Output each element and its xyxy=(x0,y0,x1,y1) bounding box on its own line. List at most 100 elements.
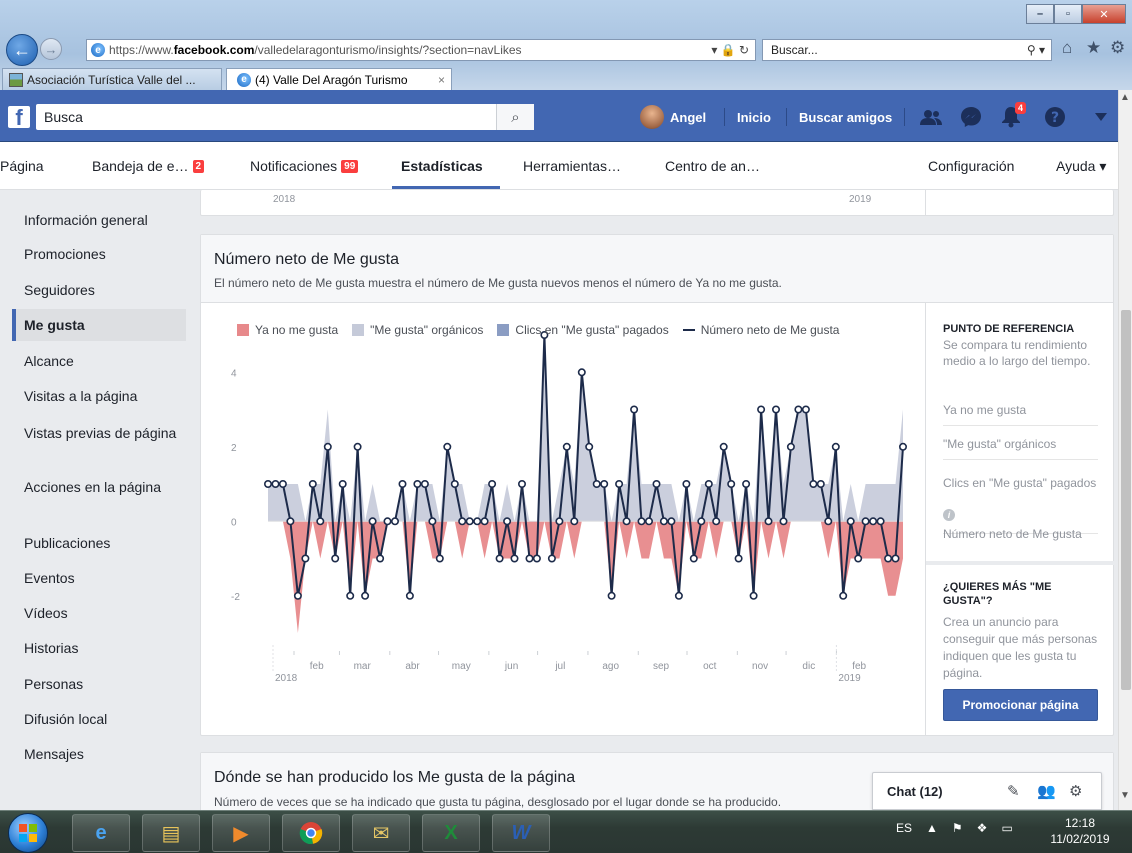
net-likes-point xyxy=(682,480,691,489)
legend-item-paid[interactable]: Clics en "Me gusta" pagados xyxy=(497,323,669,337)
back-button[interactable]: ← xyxy=(6,34,38,66)
page-scrollbar[interactable]: ▲ ▼ xyxy=(1118,90,1132,810)
sidebar-item-page-views[interactable]: Visitas a la página xyxy=(12,387,186,405)
show-hidden-icons-icon[interactable]: ▲ xyxy=(926,821,938,835)
net-likes-point xyxy=(301,554,310,563)
search-icon[interactable]: ⌕ xyxy=(496,104,534,130)
sidebar-item-promotions[interactable]: Promociones xyxy=(12,245,186,263)
facebook-logo[interactable]: f xyxy=(8,106,30,128)
net-likes-point xyxy=(271,480,280,489)
browser-search-box[interactable]: Buscar... ⚲ ▾ xyxy=(762,39,1052,61)
scrollbar-thumb[interactable] xyxy=(1121,310,1131,690)
browser-tab-1[interactable]: Asociación Turística Valle del ... xyxy=(2,68,222,90)
new-message-icon[interactable]: ✎ xyxy=(1007,782,1020,800)
taskbar-mail-icon[interactable]: ✉ xyxy=(352,814,410,852)
tab-page[interactable]: Página xyxy=(0,158,44,174)
tab-statistics[interactable]: Estadísticas xyxy=(401,158,483,174)
tab-notifications[interactable]: Notificaciones 99 xyxy=(250,158,359,174)
net-likes-card: Número neto de Me gusta El número neto d… xyxy=(200,234,1115,736)
profile-name: Angel xyxy=(670,109,707,125)
notifications-bell-icon[interactable]: 4 xyxy=(998,102,1026,130)
sidebar-item-page-previews[interactable]: Vistas previas de página xyxy=(12,424,186,442)
network-icon[interactable]: ❖ xyxy=(977,821,988,835)
sidebar-item-stories[interactable]: Historias xyxy=(12,639,186,657)
address-bar[interactable]: e https://www. facebook.com/valledelarago… xyxy=(86,39,756,61)
sidebar-item-reach[interactable]: Alcance xyxy=(12,352,186,370)
forward-button[interactable]: → xyxy=(40,38,62,60)
taskbar-chrome-icon[interactable] xyxy=(282,814,340,852)
sidebar-item-videos[interactable]: Vídeos xyxy=(12,604,186,622)
benchmark-title: PUNTO DE REFERENCIA xyxy=(943,323,1075,335)
legend-label: Clics en "Me gusta" pagados xyxy=(515,323,669,337)
language-indicator[interactable]: ES xyxy=(896,821,912,835)
x-tick-label: feb xyxy=(852,661,866,672)
windows-taskbar: e ▤ ▶ ✉ X W ES ▲ ⚑ ❖ ▭ 12:18 11/02/2019 xyxy=(0,810,1132,853)
tab-tools[interactable]: Herramientas… xyxy=(523,158,621,174)
sidebar-item-overview[interactable]: Información general xyxy=(12,211,186,229)
net-likes-point xyxy=(547,554,556,563)
net-likes-point xyxy=(757,405,766,414)
home-link[interactable]: Inicio xyxy=(737,110,771,125)
chat-settings-gear-icon[interactable]: ⚙ xyxy=(1069,782,1082,800)
benchmark-item-net[interactable]: Número neto de Me gusta xyxy=(943,525,1098,549)
sidebar-item-local[interactable]: Difusión local xyxy=(12,710,186,728)
create-group-icon[interactable]: 👥 xyxy=(1037,782,1056,800)
net-likes-point xyxy=(697,517,706,526)
favorites-star-icon[interactable]: ★ xyxy=(1086,38,1101,58)
tab-inbox[interactable]: Bandeja de e… 2 xyxy=(92,158,205,174)
net-likes-point xyxy=(615,480,624,489)
sidebar-item-followers[interactable]: Seguidores xyxy=(12,281,186,299)
search-icon[interactable]: ⚲ ▾ xyxy=(1027,43,1045,57)
sidebar-item-posts[interactable]: Publicaciones xyxy=(12,534,186,552)
taskbar-word-icon[interactable]: W xyxy=(492,814,550,852)
taskbar-excel-icon[interactable]: X xyxy=(422,814,480,852)
tab-settings[interactable]: Configuración xyxy=(928,158,1014,174)
legend-item-unlikes[interactable]: Ya no me gusta xyxy=(237,323,338,337)
sidebar-item-likes[interactable]: Me gusta xyxy=(12,309,186,341)
divider xyxy=(724,108,725,126)
sidebar-item-events[interactable]: Eventos xyxy=(12,569,186,587)
tools-gear-icon[interactable]: ⚙ xyxy=(1110,38,1125,58)
taskbar-internet-explorer-icon[interactable]: e xyxy=(72,814,130,852)
browser-tab-2[interactable]: e (4) Valle Del Aragón Turismo × xyxy=(226,68,452,90)
close-tab-icon[interactable]: × xyxy=(438,73,445,87)
browser-chrome: – ▫ ✕ ← → e https://www. facebook.com/val… xyxy=(0,0,1132,90)
benchmark-item-organic[interactable]: "Me gusta" orgánicos xyxy=(943,435,1098,460)
taskbar-file-explorer-icon[interactable]: ▤ xyxy=(142,814,200,852)
chat-sidebar-tab[interactable]: Chat (12) ✎ 👥 ⚙ xyxy=(872,772,1102,810)
promote-page-button[interactable]: Promocionar página xyxy=(943,689,1098,721)
action-center-flag-icon[interactable]: ⚑ xyxy=(952,821,963,835)
scroll-down-icon[interactable]: ▼ xyxy=(1120,790,1130,801)
legend-label: Número neto de Me gusta xyxy=(700,323,840,337)
taskbar-media-player-icon[interactable]: ▶ xyxy=(212,814,270,852)
net-likes-point xyxy=(465,517,474,526)
sidebar-item-page-actions[interactable]: Acciones en la página xyxy=(12,478,186,496)
windows-start-button[interactable] xyxy=(8,813,48,853)
benchmark-item-unlikes[interactable]: Ya no me gusta xyxy=(943,401,1098,426)
messenger-icon[interactable] xyxy=(958,104,984,130)
x-tick-label: jun xyxy=(504,661,518,672)
close-window-button[interactable]: ✕ xyxy=(1082,4,1126,24)
promo-text: Crea un anuncio para conseguir que más p… xyxy=(943,615,1098,680)
taskbar-clock[interactable]: 12:18 11/02/2019 xyxy=(1040,815,1120,847)
sidebar-item-people[interactable]: Personas xyxy=(12,675,186,693)
legend-item-net[interactable]: Número neto de Me gusta xyxy=(682,323,840,337)
address-tools[interactable]: ▾ 🔒 ↻ xyxy=(711,43,749,57)
clock-date: 11/02/2019 xyxy=(1050,832,1110,846)
facebook-search-input[interactable] xyxy=(36,104,534,130)
sidebar-item-messages[interactable]: Mensajes xyxy=(12,745,186,763)
tab-help[interactable]: Ayuda ▾ xyxy=(1056,158,1106,175)
friend-requests-icon[interactable] xyxy=(918,104,944,130)
account-menu-chevron-down-icon[interactable] xyxy=(1088,104,1114,130)
info-icon[interactable]: i xyxy=(943,509,955,521)
minimize-button[interactable]: – xyxy=(1026,4,1054,24)
display-icon[interactable]: ▭ xyxy=(1001,821,1012,835)
find-friends-link[interactable]: Buscar amigos xyxy=(799,110,892,125)
home-icon[interactable]: ⌂ xyxy=(1062,38,1072,58)
tab-ads-center[interactable]: Centro de an… xyxy=(665,158,760,174)
profile-link[interactable]: Angel xyxy=(640,105,706,129)
maximize-button[interactable]: ▫ xyxy=(1054,4,1082,24)
scroll-up-icon[interactable]: ▲ xyxy=(1120,92,1130,103)
legend-item-organic[interactable]: "Me gusta" orgánicos xyxy=(352,323,483,337)
help-question-icon[interactable]: ? xyxy=(1042,104,1068,130)
